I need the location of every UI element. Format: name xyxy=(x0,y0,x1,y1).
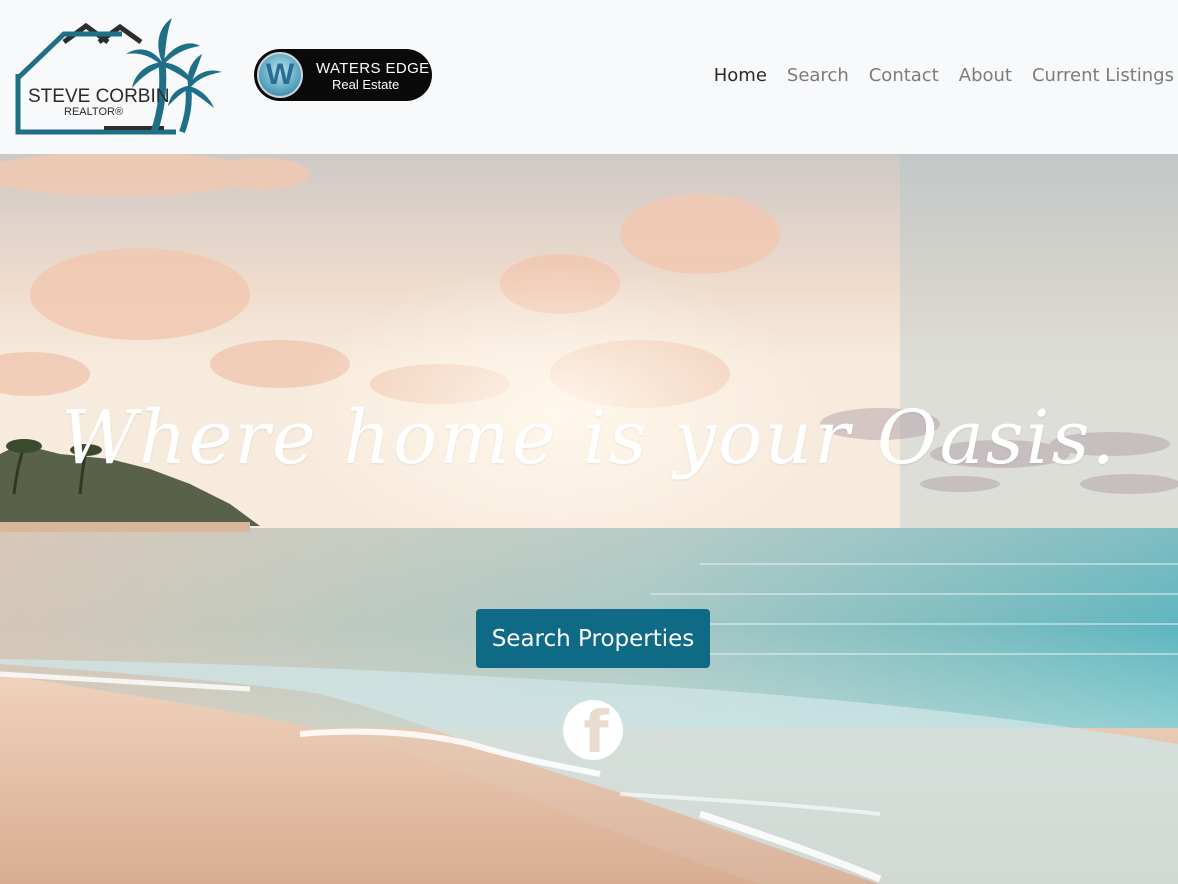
nav-current-listings[interactable]: Current Listings xyxy=(1032,63,1174,89)
main-nav: Home Search Contact About Current Listin… xyxy=(714,63,1174,89)
hero-tagline: Where home is your Oasis. xyxy=(61,395,1117,481)
site-header: STEVE CORBIN REALTOR® W WATERS EDGE Real… xyxy=(0,0,1178,154)
beach-sunset-background xyxy=(0,154,1178,884)
logo-name-text: STEVE CORBIN xyxy=(28,86,169,107)
nav-contact[interactable]: Contact xyxy=(869,63,939,89)
search-properties-button[interactable]: Search Properties xyxy=(476,609,710,668)
waters-edge-w-icon: W xyxy=(257,52,303,98)
nav-search[interactable]: Search xyxy=(787,63,849,89)
logo-title-text: REALTOR® xyxy=(64,106,123,118)
nav-about[interactable]: About xyxy=(959,63,1012,89)
waters-edge-title: WATERS EDGE xyxy=(316,60,430,77)
hero-section: Where home is your Oasis. Search Propert… xyxy=(0,154,1178,884)
waters-edge-logo[interactable]: W WATERS EDGE Real Estate xyxy=(254,49,432,101)
steve-corbin-logo[interactable]: STEVE CORBIN REALTOR® xyxy=(4,14,232,136)
facebook-glyph: f xyxy=(583,700,609,760)
waters-edge-subtitle: Real Estate xyxy=(332,77,400,92)
facebook-icon[interactable]: f xyxy=(563,700,623,760)
nav-home[interactable]: Home xyxy=(714,63,767,89)
